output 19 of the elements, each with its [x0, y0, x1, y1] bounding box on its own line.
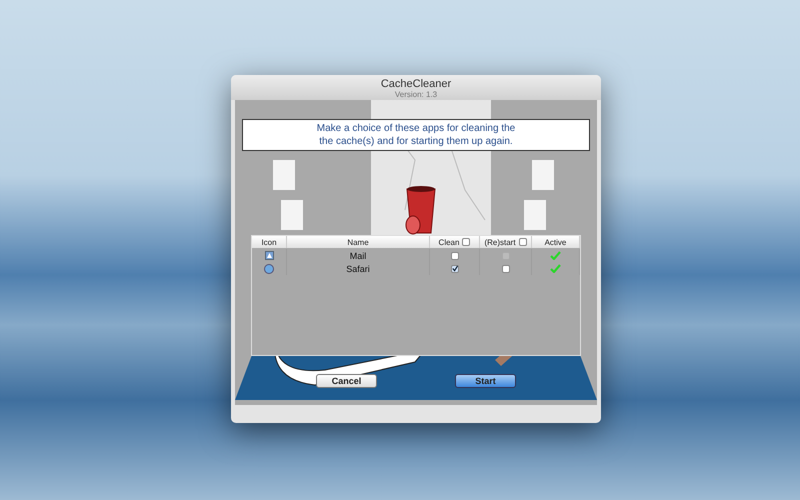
checkbox[interactable]	[518, 238, 527, 246]
app-name: Safari	[346, 264, 370, 274]
checkbox[interactable]	[450, 252, 458, 260]
column-header[interactable]: Icon	[252, 236, 287, 248]
instruction-text: Make a choice of these apps for cleaning the the cache(s) and for starting them up again.	[242, 119, 590, 151]
checkbox[interactable]	[502, 264, 510, 272]
cancel-button[interactable]: Cancel	[316, 374, 377, 388]
column-header[interactable]: Clean	[430, 236, 480, 248]
window-title: CacheCleaner	[380, 78, 452, 90]
column-header[interactable]: (Re)start	[480, 236, 532, 248]
compass-icon	[264, 264, 274, 274]
column-header[interactable]: Name	[287, 236, 430, 248]
start-button[interactable]: Start	[455, 374, 516, 388]
checkbox[interactable]	[450, 264, 458, 272]
version-label: Version: 1.3	[394, 90, 438, 99]
stamp-icon	[264, 251, 274, 260]
column-header[interactable]: Active	[532, 236, 580, 248]
app-name: Mail	[350, 250, 366, 260]
checkbox[interactable]	[462, 238, 470, 246]
